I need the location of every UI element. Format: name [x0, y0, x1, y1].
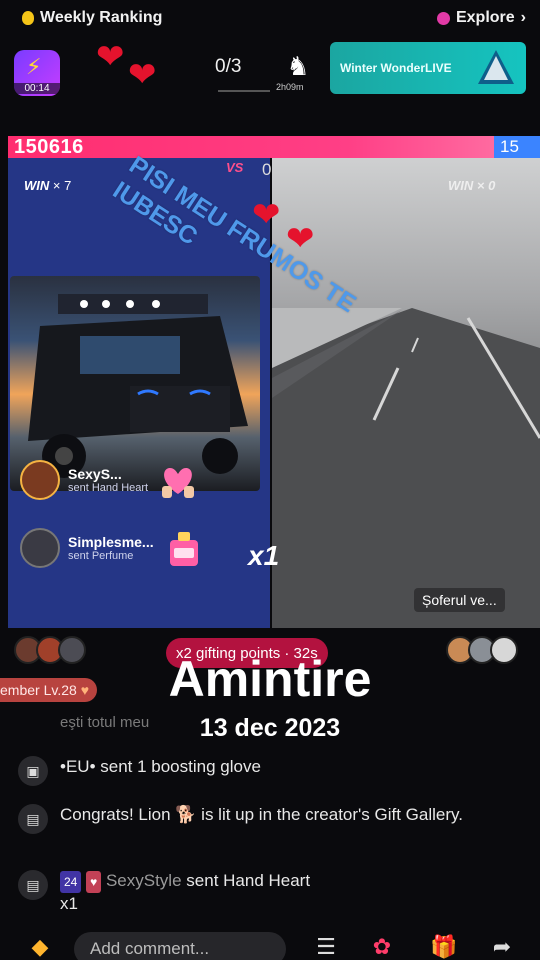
heart-icon: ❤	[128, 56, 157, 94]
right-score: 15	[494, 136, 540, 158]
truck-image	[10, 276, 260, 491]
gifter-name: SexyS...	[68, 466, 122, 482]
left-win-number: × 7	[52, 178, 72, 193]
match-score: 0/3	[215, 56, 242, 77]
video-title: Amintire	[168, 651, 372, 707]
chat-text: Congrats! Lion 🐕 is lit up in the creato…	[60, 805, 463, 824]
event-banner-label: Winter WonderLIVE	[340, 61, 452, 75]
bolt-icon: ⚡	[26, 54, 42, 79]
host-avatar[interactable]: ⚡ 00:14	[14, 50, 60, 96]
vs-badge: VS	[226, 160, 244, 175]
swan-timer: 2h09m	[276, 82, 304, 92]
gift-gallery-icon: ▤	[18, 870, 48, 900]
road-video	[272, 308, 540, 628]
event-banner[interactable]: Winter WonderLIVE	[330, 42, 526, 94]
gift-coin-icon[interactable]: ◆	[26, 934, 54, 960]
heart-icon: ❤	[286, 220, 315, 258]
explore-label: Explore	[455, 9, 515, 26]
chat-text: 24 ♥ SexyStyle sent Hand Heart x1	[60, 870, 310, 915]
heart-level-badge: ♥	[86, 870, 102, 893]
gift-multiplier: x1	[248, 540, 280, 571]
swan-icon[interactable]: ♞	[282, 52, 314, 80]
live-header: ⚡ 00:14 0/3 ♞ 2h09m Winter WonderLIVE	[0, 42, 540, 98]
menu-icon[interactable]: ☰	[312, 934, 340, 960]
chat-message: ▣ •EU• sent 1 boosting glove	[18, 756, 518, 786]
gift-text: SexyS... sent Hand Heart	[68, 466, 148, 494]
chat-action: sent Hand Heart	[186, 871, 311, 890]
gifter-avatar[interactable]	[20, 528, 60, 568]
boost-icon: ▣	[18, 756, 48, 786]
truck-illustration	[28, 294, 248, 478]
host-timer: 00:14	[14, 83, 60, 94]
video-date: 13 dec 2023	[199, 714, 341, 742]
chat-message: ▤ 24 ♥ SexyStyle sent Hand Heart x1	[18, 870, 518, 915]
gift-icon[interactable]: 🎁	[430, 934, 458, 960]
gift-notification: Simplesme... sent Perfume	[20, 528, 206, 568]
left-win-label: WIN	[24, 178, 50, 193]
chat-text: •EU• sent 1 boosting glove	[60, 757, 261, 776]
gift-action: sent Perfume	[68, 550, 134, 562]
left-score: 150616	[8, 136, 494, 158]
heart-icon: ❤	[252, 196, 281, 234]
gifter-avatar[interactable]	[20, 460, 60, 500]
camera-caption: Șoferul ve...	[414, 588, 505, 612]
chevron-right-icon: ›	[520, 9, 526, 26]
bottom-bar: ◆ Add comment... ☰ ✿ 🎁 ➦	[0, 926, 540, 960]
gifter-name: Simplesme...	[68, 534, 154, 550]
chat-username[interactable]: SexyStyle	[106, 871, 182, 890]
tree-icon	[478, 50, 514, 84]
explore-button[interactable]: Explore ›	[436, 9, 526, 27]
comment-input[interactable]: Add comment...	[74, 932, 286, 960]
gift-gallery-icon: ▤	[18, 804, 48, 834]
left-win-count: WIN × 7	[24, 178, 71, 193]
perfume-icon	[169, 532, 198, 566]
rose-icon[interactable]: ✿	[368, 934, 396, 960]
chat-suffix: x1	[60, 893, 78, 913]
right-win-label: WIN	[448, 178, 474, 193]
score-progress	[218, 90, 270, 92]
explore-icon	[436, 11, 450, 25]
right-win-count: WIN × 0	[448, 178, 495, 193]
top-bar: Weekly Ranking Explore ›	[0, 0, 540, 36]
hand-heart-icon	[162, 468, 195, 498]
trophy-icon	[22, 11, 34, 25]
weekly-ranking-button[interactable]: Weekly Ranking	[22, 9, 162, 27]
gift-action: sent Hand Heart	[68, 482, 149, 494]
share-icon[interactable]: ➦	[488, 934, 516, 960]
battle-score-bar: 150616 15	[8, 136, 540, 158]
weekly-ranking-label: Weekly Ranking	[40, 9, 163, 26]
heart-icon: ❤	[96, 38, 125, 76]
right-win-number: × 0	[476, 178, 496, 193]
gift-notification: SexyS... sent Hand Heart	[20, 460, 200, 500]
chat-message: ▤ Congrats! Lion 🐕 is lit up in the crea…	[18, 804, 518, 834]
level-badge: 24	[60, 870, 82, 893]
gift-text: Simplesme... sent Perfume	[68, 534, 154, 562]
